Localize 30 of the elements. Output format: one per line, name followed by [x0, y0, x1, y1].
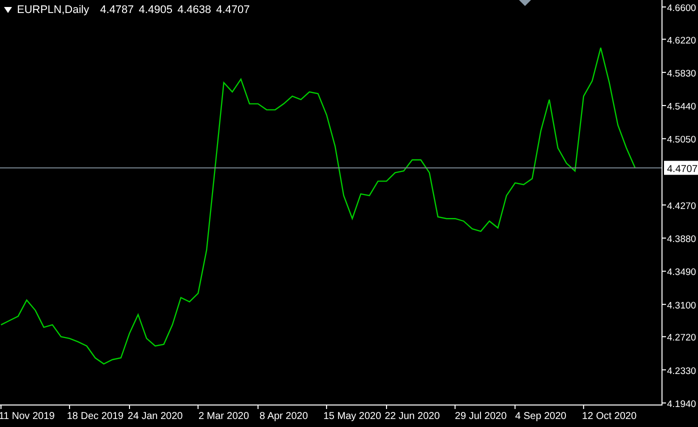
- price-tick-label: 4.6220: [667, 35, 696, 46]
- date-tick-label: 2 Mar 2020: [198, 411, 250, 422]
- date-tick-label: 12 Oct 2020: [582, 411, 637, 422]
- price-tick-label: 4.3100: [667, 300, 696, 312]
- price-tick-label: 4.5830: [667, 68, 696, 80]
- date-tick-label: 4 Sep 2020: [515, 411, 566, 422]
- ref-line-label: 4.4707: [667, 164, 698, 175]
- dropdown-icon[interactable]: [4, 7, 12, 13]
- price-tick-label: 4.5440: [667, 102, 696, 113]
- chart-shift-icon[interactable]: [519, 0, 531, 6]
- price-tick-label: 4.5050: [667, 134, 696, 146]
- ohlc-value: 4.4707: [216, 3, 250, 17]
- ohlc-value: 4.4787: [100, 3, 134, 17]
- price-tick-label: 4.1940: [667, 398, 696, 410]
- current-price-label: 4.4707: [664, 160, 698, 175]
- price-tick-label: 4.3880: [667, 234, 696, 246]
- price-tick-label: 4.2720: [667, 332, 696, 344]
- price-tick-label: 4.2330: [667, 366, 696, 377]
- ohlc-value: 4.4905: [138, 3, 172, 17]
- price-tick-label: 4.3490: [667, 267, 696, 278]
- date-tick-label: 15 May 2020: [323, 411, 382, 422]
- price-tick-label: 4.6600: [667, 2, 696, 14]
- date-tick-label: 29 Jul 2020: [454, 411, 507, 422]
- ohlc-value: 4.4638: [177, 3, 212, 17]
- date-tick-label: 24 Jan 2020: [128, 411, 183, 422]
- price-tick-label: 4.4270: [667, 200, 696, 212]
- date-tick-label: 8 Apr 2020: [260, 411, 308, 422]
- symbol-title: EURPLN,Daily: [17, 3, 90, 17]
- date-tick-label: 22 Jun 2020: [384, 411, 440, 422]
- date-tick-label: 18 Dec 2019: [66, 411, 124, 422]
